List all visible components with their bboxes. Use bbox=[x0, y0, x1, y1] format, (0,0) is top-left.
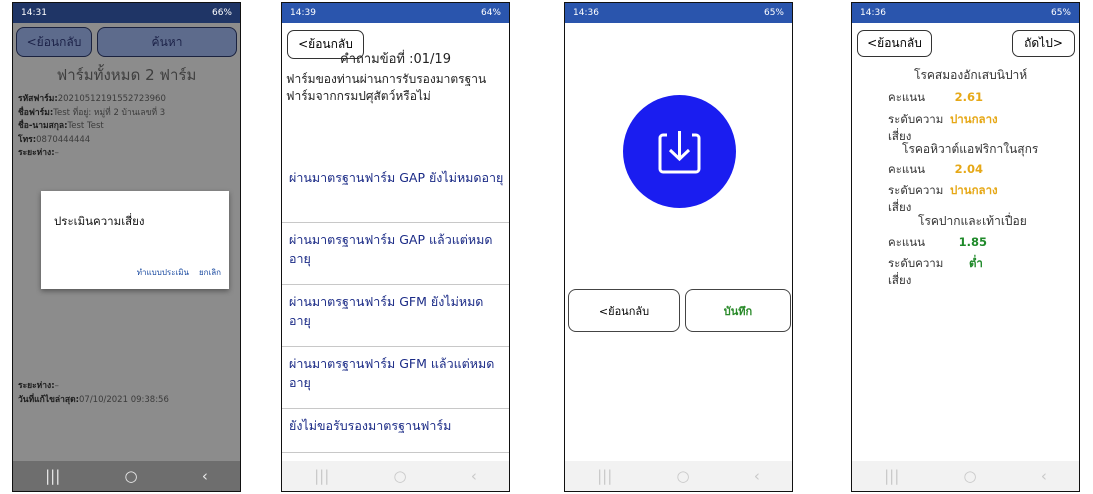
status-bar: 14:39 64% bbox=[282, 3, 509, 23]
disease-name: โรคปากและเท้าเปื่อย bbox=[918, 214, 1027, 228]
status-battery: 66% bbox=[211, 8, 232, 18]
farm-info[interactable]: รหัสฟาร์ม:20210512191552723960 ชื่อฟาร์ม… bbox=[18, 93, 237, 161]
status-bar: 14:36 65% bbox=[565, 3, 792, 23]
dialog-title: ประเมินความเสี่ยง bbox=[54, 214, 145, 228]
recents-icon[interactable]: ||| bbox=[597, 467, 612, 485]
recents-icon[interactable]: ||| bbox=[884, 467, 899, 485]
risk-level-value: ปานกลาง bbox=[949, 183, 998, 197]
question-number: คำถามข้อที่ :01/19 bbox=[340, 52, 451, 67]
status-time: 14:31 bbox=[21, 8, 47, 18]
level-label-cont: เสี่ยง bbox=[888, 200, 912, 214]
distance-row: ระยะห่าง:– bbox=[18, 381, 59, 391]
system-nav-bar: ||| ○ ‹ bbox=[565, 461, 792, 491]
score-value: 2.04 bbox=[954, 162, 984, 176]
home-icon[interactable]: ○ bbox=[125, 467, 138, 485]
answer-option[interactable]: ผ่านมาตรฐานฟาร์ม GFM ยังไม่หมดอายุ bbox=[282, 285, 509, 347]
home-icon[interactable]: ○ bbox=[677, 467, 690, 485]
score-value: 1.85 bbox=[958, 235, 988, 249]
phone-screen-question: 14:39 64% <ย้อนกลับ คำถามข้อที่ :01/19 ฟ… bbox=[281, 2, 510, 492]
back-nav-icon[interactable]: ‹ bbox=[754, 467, 760, 485]
system-nav-bar: ||| ○ ‹ bbox=[852, 461, 1079, 491]
risk-assessment-dialog: ประเมินความเสี่ยง ทำแบบประเมิน ยกเลิก bbox=[41, 191, 229, 289]
status-battery: 65% bbox=[1050, 8, 1071, 18]
level-row: ระดับความ ปานกลาง bbox=[888, 183, 998, 197]
question-text: ฟาร์มของท่านผ่านการรับรองมาตรฐานฟาร์มจาก… bbox=[286, 72, 487, 103]
system-nav-bar: ||| ○ ‹ bbox=[13, 461, 240, 491]
phone-row: โทร:0870444444 bbox=[18, 134, 91, 145]
status-bar: 14:31 66% bbox=[13, 3, 240, 23]
owner-row: ชื่อ-นามสกุล:Test Test bbox=[18, 121, 104, 131]
farm-info-bottom[interactable]: ระยะห่าง:– วันที่แก้ไขล่าสุด:07/10/2021 … bbox=[18, 380, 237, 407]
farm-name-row: ชื่อฟาร์ม:Test ที่อยู่: หมู่ที่ 2 บ้านเล… bbox=[18, 107, 166, 118]
status-time: 14:36 bbox=[860, 8, 886, 18]
score-row: คะแนน 2.61 bbox=[888, 90, 984, 104]
status-battery: 64% bbox=[480, 8, 501, 18]
phone-screen-save: 14:36 65% <ย้อนกลับ บันทึก ||| ○ ‹ bbox=[564, 2, 793, 492]
score-row: คะแนน 1.85 bbox=[888, 235, 988, 249]
distance-row: ระยะห่าง:– bbox=[18, 148, 59, 158]
disease-name: โรคอหิวาต์แอฟริกาในสุกร bbox=[902, 142, 1039, 156]
system-nav-bar: ||| ○ ‹ bbox=[282, 461, 509, 491]
level-row: ระดับความ ปานกลาง bbox=[888, 112, 998, 126]
answer-list: ผ่านมาตรฐานฟาร์ม GAP ยังไม่หมดอายุ ผ่านม… bbox=[282, 161, 509, 453]
recents-icon[interactable]: ||| bbox=[45, 467, 60, 485]
next-button[interactable]: ถัดไป> bbox=[1012, 30, 1075, 57]
answer-option[interactable]: ยังไม่ขอรับรองมาตรฐานฟาร์ม bbox=[282, 409, 509, 453]
disease-name: โรคสมองอักเสบนิปาห์ bbox=[914, 68, 1028, 82]
risk-level-value: ปานกลาง bbox=[949, 112, 998, 126]
back-nav-icon[interactable]: ‹ bbox=[202, 467, 208, 485]
farm-id-row: รหัสฟาร์ม:20210512191552723960 bbox=[18, 94, 166, 104]
back-button[interactable]: <ย้อนกลับ bbox=[568, 289, 680, 332]
status-time: 14:39 bbox=[290, 8, 316, 18]
back-nav-icon[interactable]: ‹ bbox=[1041, 467, 1047, 485]
status-battery: 65% bbox=[763, 8, 784, 18]
recents-icon[interactable]: ||| bbox=[314, 467, 329, 485]
status-bar: 14:36 65% bbox=[852, 3, 1079, 23]
risk-level-value: ต่ำ bbox=[968, 256, 983, 270]
page-title: ฟาร์มทั้งหมด 2 ฟาร์ม bbox=[56, 66, 197, 84]
last-modified-row: วันที่แก้ไขล่าสุด:07/10/2021 09:38:56 bbox=[18, 394, 169, 405]
search-button[interactable]: ค้นหา bbox=[97, 27, 237, 57]
level-row: ระดับความ ต่ำ bbox=[888, 256, 983, 270]
level-label-cont: เสี่ยง bbox=[888, 273, 912, 287]
cancel-button[interactable]: ยกเลิก bbox=[199, 266, 221, 279]
score-row: คะแนน 2.04 bbox=[888, 162, 984, 176]
home-icon[interactable]: ○ bbox=[394, 467, 407, 485]
score-value: 2.61 bbox=[954, 90, 984, 104]
back-button[interactable]: <ย้อนกลับ bbox=[857, 30, 932, 57]
back-button[interactable]: <ย้อนกลับ bbox=[16, 27, 92, 57]
back-nav-icon[interactable]: ‹ bbox=[471, 467, 477, 485]
home-icon[interactable]: ○ bbox=[964, 467, 977, 485]
save-button[interactable]: บันทึก bbox=[685, 289, 791, 332]
answer-option[interactable]: ผ่านมาตรฐานฟาร์ม GAP ยังไม่หมดอายุ bbox=[282, 161, 509, 223]
phone-screen-results: 14:36 65% <ย้อนกลับ ถัดไป> โรคสมองอักเสบ… bbox=[851, 2, 1080, 492]
answer-option[interactable]: ผ่านมาตรฐานฟาร์ม GAP แล้วแต่หมดอายุ bbox=[282, 223, 509, 285]
phone-screen-farm-list: 14:31 66% <ย้อนกลับ ค้นหา ฟาร์มทั้งหมด 2… bbox=[12, 2, 241, 492]
download-icon bbox=[623, 95, 736, 208]
status-time: 14:36 bbox=[573, 8, 599, 18]
answer-option[interactable]: ผ่านมาตรฐานฟาร์ม GFM แล้วแต่หมดอายุ bbox=[282, 347, 509, 409]
start-assessment-button[interactable]: ทำแบบประเมิน bbox=[137, 266, 189, 279]
